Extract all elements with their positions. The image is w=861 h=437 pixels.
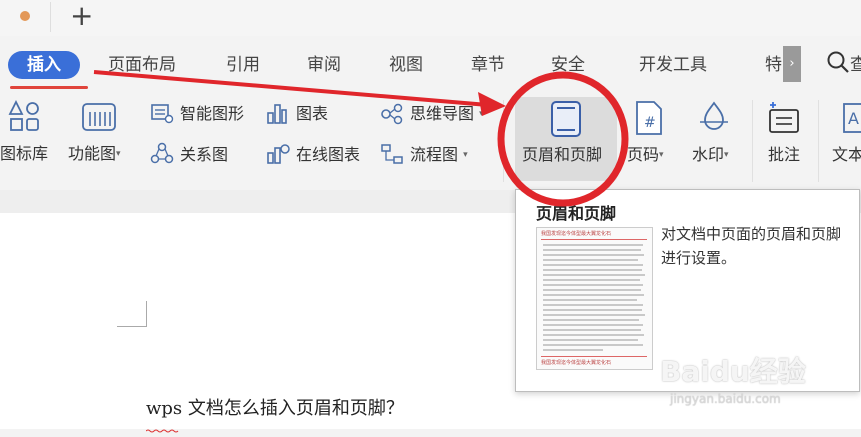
preview-header-line [541,239,647,240]
smart-shape-icon[interactable] [150,102,174,128]
comment-label[interactable]: 批注 [768,145,800,165]
page-number-icon[interactable]: # [634,100,664,140]
watermark-tool-label[interactable]: 水印▾ [692,145,729,165]
tab-divider [50,2,51,32]
icon-library-icon[interactable] [8,99,44,138]
search-label-partial: 查 [850,55,861,75]
smart-shape-label[interactable]: 智能图形 [180,104,244,124]
unsaved-dot-icon [20,11,30,21]
tab-special[interactable]: 特 [765,54,782,76]
spellcheck-underline [145,418,180,433]
online-chart-label[interactable]: 在线图表 [296,145,360,165]
text-box-label[interactable]: 文本 [832,145,861,165]
preview-footer-line [541,356,647,357]
flow-chart-icon[interactable] [380,143,404,169]
document-text[interactable]: wps 文档怎么插入页眉和页脚？ [146,394,404,420]
tab-strip [0,0,861,37]
svg-text:A: A [848,109,859,128]
function-chart-icon[interactable] [80,100,118,138]
preview-footer-text: 我国发现迄今体型最大翼龙化石 [541,360,612,366]
new-tab-button[interactable]: + [70,0,93,34]
tab-developer-tools[interactable]: 开发工具 [639,54,707,76]
active-tab-underline [10,86,88,89]
mind-map-label[interactable]: 思维导图 ▾ [410,104,484,124]
comment-icon[interactable] [767,100,803,140]
online-chart-icon[interactable] [266,143,290,169]
icon-library-label[interactable]: 图标库 [0,144,48,164]
margin-corner-mark [117,326,147,327]
flow-chart-label[interactable]: 流程图 ▾ [410,145,468,165]
svg-text:#: # [644,115,656,131]
function-chart-label[interactable]: 功能图▾ [68,144,121,164]
tooltip-description: 对文档中页面的页眉和页脚进行设置。 [661,225,842,267]
chart-label[interactable]: 图表 [296,104,328,124]
baidu-watermark: Baidu经验 [660,355,806,388]
tab-review[interactable]: 审阅 [307,54,341,76]
margin-corner-mark [146,301,147,327]
menu-scroll-right-button[interactable]: › [783,46,801,82]
annotation-circle [497,71,629,207]
tab-references[interactable]: 引用 [226,54,260,76]
tooltip-preview-image: 我国发现迄今体型最大翼龙化石 我国发现迄今体型最大翼龙化石 [536,227,653,370]
relation-chart-label[interactable]: 关系图 [180,145,228,165]
tab-page-layout[interactable]: 页面布局 [108,54,176,76]
toolbar-divider [818,100,819,182]
search-icon[interactable] [826,50,852,80]
preview-header-text: 我国发现迄今体型最大翼龙化石 [541,231,612,237]
mind-map-icon[interactable] [380,103,404,129]
relation-chart-icon[interactable] [150,142,174,170]
tab-view[interactable]: 视图 [389,54,423,76]
text-box-icon[interactable]: A [842,100,861,140]
tab-insert[interactable]: 插入 [8,51,80,79]
toolbar-divider [752,100,753,182]
chart-icon[interactable] [266,103,288,129]
watermark-icon[interactable] [697,100,731,140]
baidu-watermark-url: jingyan.baidu.com [670,392,781,406]
